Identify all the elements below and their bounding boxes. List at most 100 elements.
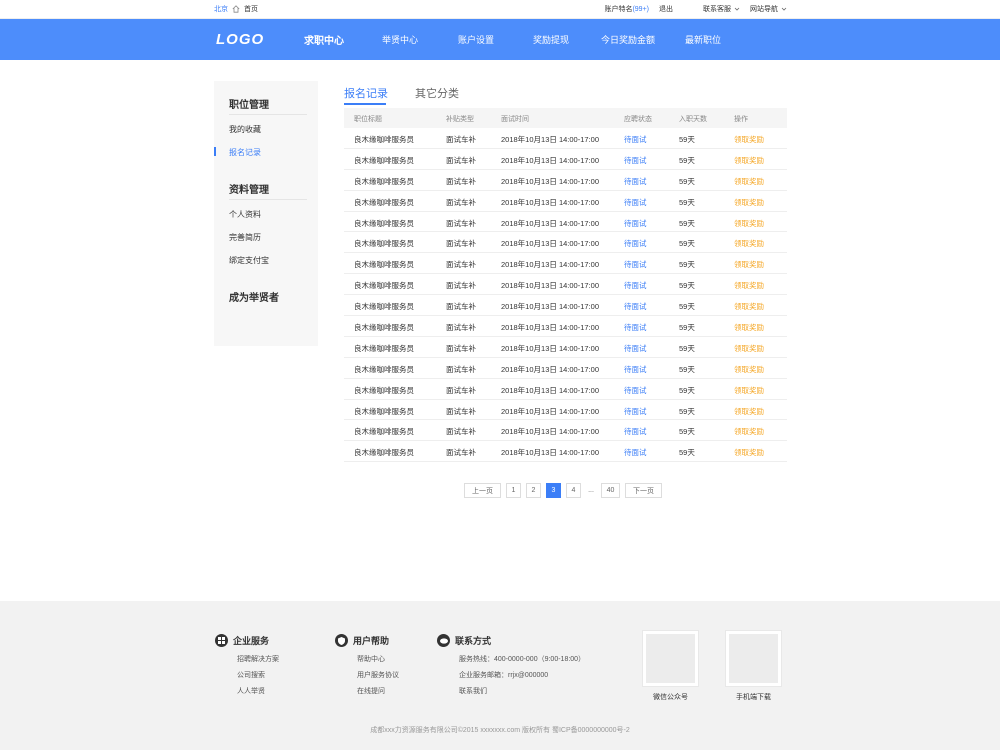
nav-item-withdraw[interactable]: 奖励提现 [533,33,569,46]
table-row: 良木缘咖啡服务员 面试车补 2018年10月13日 14:00-17:00 待面试 59… [344,232,787,254]
subsidy-type-cell: 面试车补 [446,135,476,144]
sidebar-item-personal-info[interactable]: 个人资料 [229,209,261,220]
table-row: 良木缘咖啡服务员 面试车补 2018年10月13日 14:00-17:00 待面试 59… [344,274,787,296]
sidebar-divider [229,199,307,200]
subsidy-type-cell: 面试车补 [446,323,476,333]
tab-applications[interactable]: 报名记录 [344,85,388,101]
logo[interactable]: LOGO [216,31,264,48]
page-button[interactable]: 40 [601,483,620,498]
grid-icon [215,634,228,647]
sidebar-item-favorites[interactable]: 我的收藏 [229,124,261,135]
days-cell: 59天 [679,281,695,291]
subsidy-type-cell: 面试车补 [446,176,476,186]
footer-link[interactable]: 招聘解决方案 [215,652,279,668]
table-row: 良木缘咖啡服务员 面试车补 2018年10月13日 14:00-17:00 待面试 59… [344,420,787,442]
action-link[interactable]: 领取奖励 [734,155,764,166]
sidebar: 职位管理 我的收藏 报名记录 资料管理 个人资料 完善简历 绑定支付宝 成为举贤… [214,81,318,346]
action-link[interactable]: 领取奖励 [734,301,764,312]
footer-col-title: 企业服务 [233,636,270,646]
subsidy-type-cell: 面试车补 [446,281,476,291]
action-link[interactable]: 领取奖励 [734,364,764,375]
nav-item-latest-jobs[interactable]: 最新职位 [685,33,721,46]
subsidy-type-cell: 面试车补 [446,260,476,270]
nav-item-referral-center[interactable]: 举贤中心 [382,33,418,46]
table-row: 良木缘咖啡服务员 面试车补 2018年10月13日 14:00-17:00 待面试 59… [344,400,787,421]
subsidy-type-cell: 面试车补 [446,406,476,416]
tab-active-underline [344,103,386,105]
status-cell: 待面试 [624,218,647,228]
footer-link[interactable]: 人人举贤 [215,684,279,700]
action-link[interactable]: 领取奖励 [734,259,764,270]
interview-time-cell: 2018年10月13日 14:00-17:00 [501,197,599,207]
days-cell: 59天 [679,448,695,458]
nav-item-job-center[interactable]: 求职中心 [304,32,344,47]
qr-code-app [725,630,782,687]
days-cell: 59天 [679,427,695,437]
page-button[interactable]: 1 [506,483,521,498]
interview-time-cell: 2018年10月13日 14:00-17:00 [501,406,599,416]
action-link[interactable]: 领取奖励 [734,343,764,354]
action-link[interactable]: 领取奖励 [734,447,764,458]
action-link[interactable]: 领取奖励 [734,406,764,417]
qr-label: 手机端下载 [736,694,771,701]
city-selector[interactable]: 北京 [214,4,228,14]
action-link[interactable]: 领取奖励 [734,238,764,249]
action-link[interactable]: 领取奖励 [734,280,764,291]
sidebar-item-applications[interactable]: 报名记录 [229,147,261,158]
applications-table: 职位标题 补贴类型 面试时间 应聘状态 入职天数 操作 良木缘咖啡服务员 面试车补… [344,108,787,463]
job-title-cell: 良木缘咖啡服务员 [354,343,414,353]
interview-time-cell: 2018年10月13日 14:00-17:00 [501,343,599,353]
prev-page-button[interactable]: 上一页 [464,483,501,498]
account-menu[interactable]: 账户特名(99+) [604,4,649,14]
site-nav-label: 网站导航 [750,6,778,13]
page-button-current[interactable]: 3 [546,483,561,498]
action-link[interactable]: 领取奖励 [734,385,764,396]
footer-link[interactable]: 联系我们 [437,684,585,700]
subsidy-type-cell: 面试车补 [446,364,476,374]
action-link[interactable]: 领取奖励 [734,426,764,437]
action-link[interactable]: 领取奖励 [734,134,764,145]
service-menu[interactable]: 联系客服 [703,4,740,14]
pagination-ellipsis: ... [588,487,594,494]
job-title-cell: 良木缘咖啡服务员 [354,135,414,144]
top-bar: 北京 首页 账户特名(99+) 退出 联系客服 网站导航 [0,0,1000,19]
qr-code-wechat [642,630,699,687]
site-nav-menu[interactable]: 网站导航 [750,4,787,14]
logout-link[interactable]: 退出 [659,4,673,14]
footer-link[interactable]: 用户服务协议 [335,668,399,684]
days-cell: 59天 [679,135,695,144]
action-link[interactable]: 领取奖励 [734,176,764,187]
interview-time-cell: 2018年10月13日 14:00-17:00 [501,302,599,312]
page-button[interactable]: 4 [566,483,581,498]
shield-icon [335,634,348,647]
footer-col-title: 联系方式 [455,636,492,646]
table-row: 良木缘咖啡服务员 面试车补 2018年10月13日 14:00-17:00 待面试 59… [344,170,787,191]
column-header: 补贴类型 [446,116,474,123]
column-header: 面试时间 [501,116,529,123]
action-link[interactable]: 领取奖励 [734,322,764,333]
interview-time-cell: 2018年10月13日 14:00-17:00 [501,155,599,165]
tab-bar: 报名记录 其它分类 [344,83,787,107]
sidebar-group-become-referrer[interactable]: 成为举贤者 [229,289,279,304]
footer-link[interactable]: 在线提问 [335,684,399,700]
job-title-cell: 良木缘咖啡服务员 [354,197,414,207]
footer-link[interactable]: 公司搜索 [215,668,279,684]
footer-link[interactable]: 帮助中心 [335,652,399,668]
tab-other[interactable]: 其它分类 [415,85,459,101]
nav-item-today-reward[interactable]: 今日奖励金额 [601,33,655,46]
action-link[interactable]: 领取奖励 [734,218,764,229]
page-button[interactable]: 2 [526,483,541,498]
footer-contact-hotline: 服务热线：400-0000-000（9:00-18:00） [459,656,586,663]
sidebar-item-alipay[interactable]: 绑定支付宝 [229,255,269,266]
next-page-button[interactable]: 下一页 [625,483,662,498]
nav-item-account-settings[interactable]: 账户设置 [458,33,494,46]
days-cell: 59天 [679,218,695,228]
interview-time-cell: 2018年10月13日 14:00-17:00 [501,281,599,291]
status-cell: 待面试 [624,302,647,312]
sidebar-active-indicator [214,147,216,156]
table-row: 良木缘咖啡服务员 面试车补 2018年10月13日 14:00-17:00 待面试 59… [344,441,787,463]
action-link[interactable]: 领取奖励 [734,197,764,208]
job-title-cell: 良木缘咖啡服务员 [354,427,414,437]
sidebar-item-resume[interactable]: 完善简历 [229,232,261,243]
home-link[interactable]: 首页 [244,4,258,14]
